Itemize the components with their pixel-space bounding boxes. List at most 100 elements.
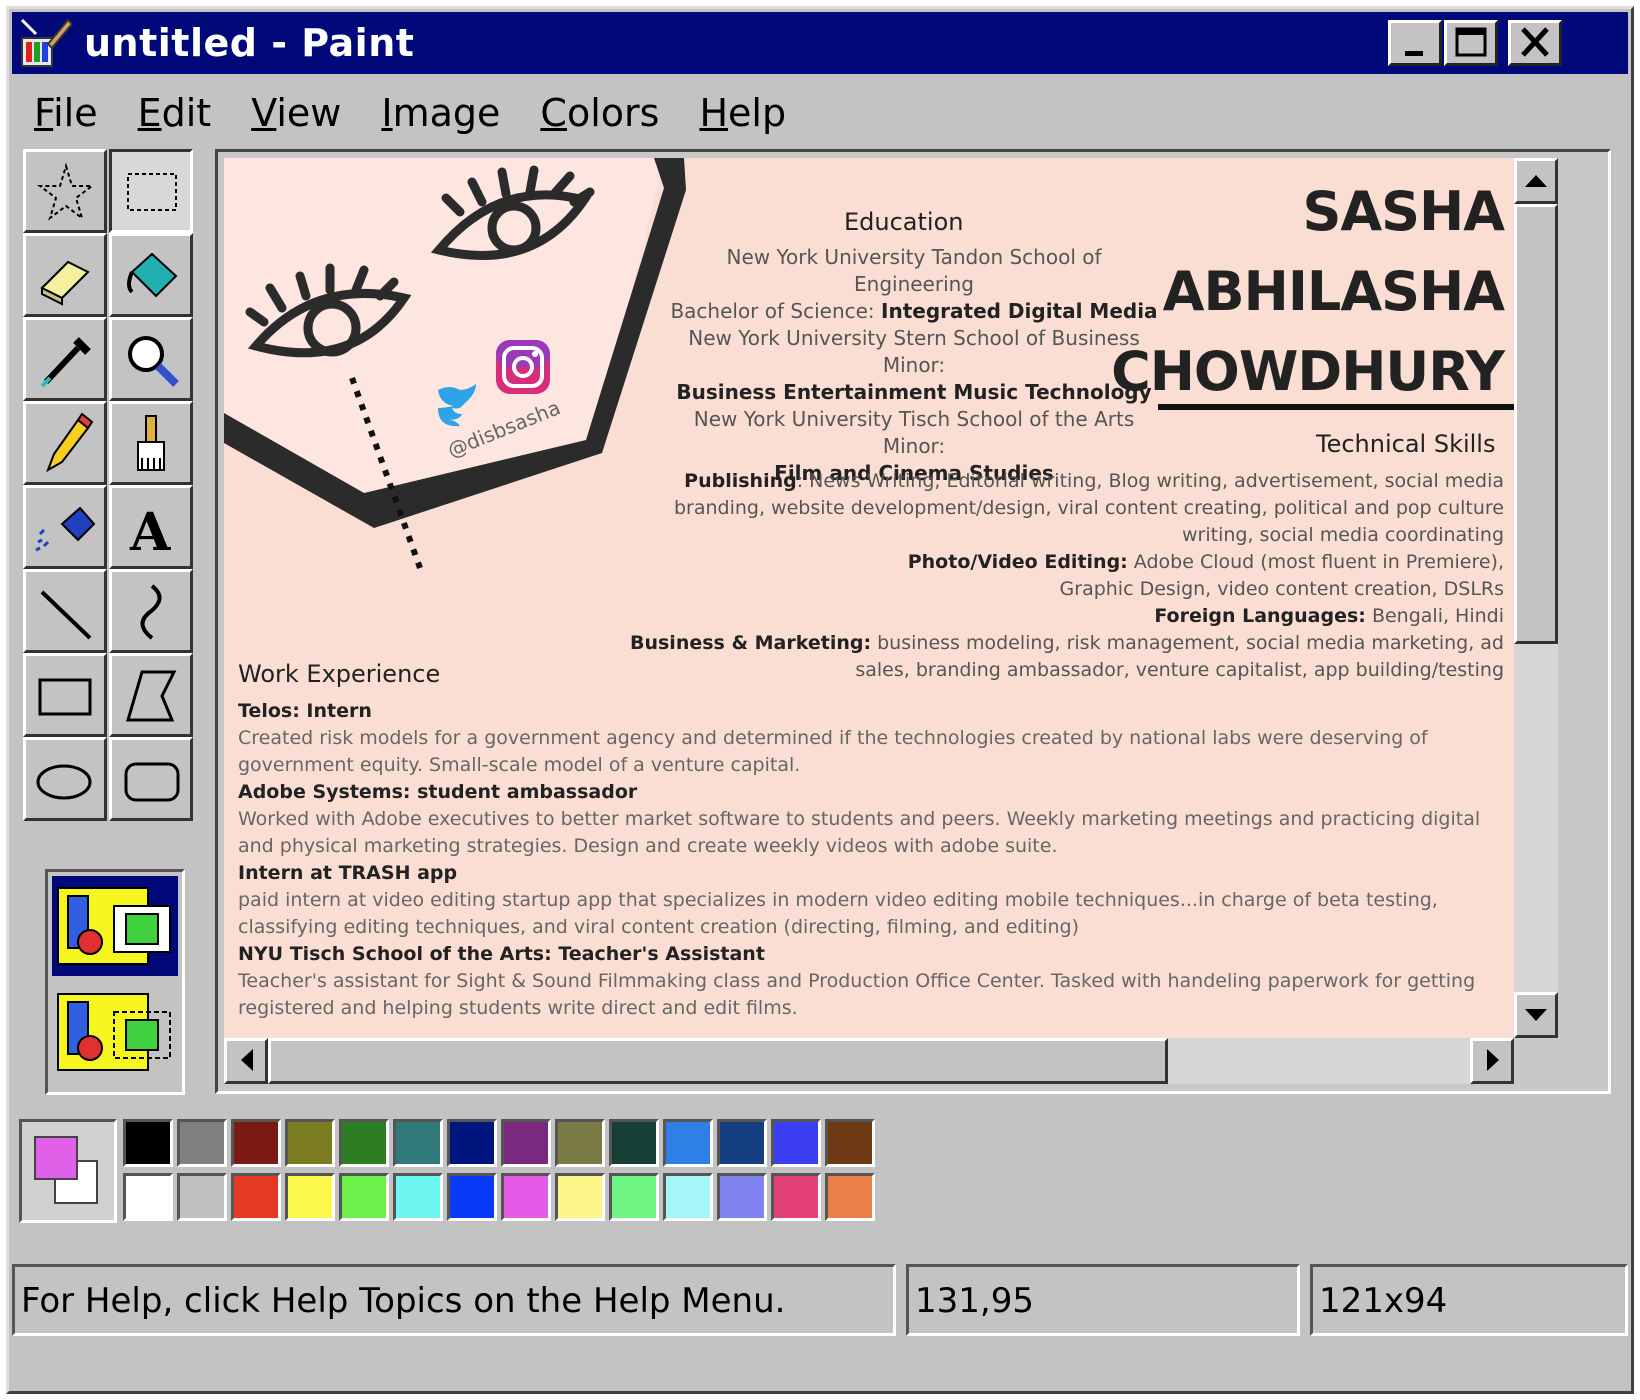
palette-swatch[interactable] xyxy=(393,1119,443,1167)
scroll-up-button[interactable] xyxy=(1514,158,1558,204)
eyedropper-icon xyxy=(40,337,91,388)
palette-swatch[interactable] xyxy=(285,1119,335,1167)
line-tool[interactable] xyxy=(23,569,107,653)
scroll-right-button[interactable] xyxy=(1470,1038,1514,1084)
eraser-icon xyxy=(40,260,90,306)
arrow-down-icon xyxy=(1525,1009,1547,1021)
maximize-icon xyxy=(1455,27,1487,57)
palette-swatch[interactable] xyxy=(609,1119,659,1167)
text-a-icon: A xyxy=(129,502,171,562)
airbrush-icon xyxy=(35,506,96,552)
color-picker-tool[interactable] xyxy=(23,317,107,401)
window-title: untitled - Paint xyxy=(84,21,415,65)
status-bar: For Help, click Help Topics on the Help … xyxy=(12,1264,1628,1339)
education-list: New York University Tandon School of Eng… xyxy=(670,245,1158,485)
scroll-down-button[interactable] xyxy=(1514,992,1558,1038)
skills-heading: Technical Skills xyxy=(1316,430,1496,458)
menu-colors[interactable]: Colors xyxy=(540,91,659,135)
canvas-area: @disbsasha SASHA ABHILASHA CHOWDHURY Edu… xyxy=(215,149,1611,1094)
palette-swatch[interactable] xyxy=(771,1119,821,1167)
palette-swatch[interactable] xyxy=(177,1173,227,1221)
fill-tool[interactable] xyxy=(109,233,193,317)
rectangle-tool[interactable] xyxy=(23,653,107,737)
palette-swatch[interactable] xyxy=(825,1119,875,1167)
airbrush-tool[interactable] xyxy=(23,485,107,569)
rect-select-tool[interactable] xyxy=(109,149,193,233)
free-form-select-tool[interactable] xyxy=(23,149,107,233)
opaque-selection-icon xyxy=(57,887,171,965)
menu-help[interactable]: Help xyxy=(699,91,786,135)
palette-swatch[interactable] xyxy=(501,1173,551,1221)
maximize-button[interactable] xyxy=(1444,20,1498,66)
education-heading: Education xyxy=(844,208,964,236)
horizontal-scrollbar[interactable] xyxy=(224,1038,1514,1084)
menu-file[interactable]: File xyxy=(34,91,98,135)
polygon-tool[interactable] xyxy=(109,653,193,737)
name-line-1: SASHA xyxy=(1302,180,1505,243)
palette-swatch[interactable] xyxy=(825,1173,875,1221)
palette-swatch[interactable] xyxy=(339,1119,389,1167)
line-icon xyxy=(40,590,92,640)
instagram-icon xyxy=(496,340,550,394)
minimize-button[interactable] xyxy=(1388,20,1442,66)
palette-swatch[interactable] xyxy=(231,1173,281,1221)
rounded-rectangle-tool[interactable] xyxy=(109,737,193,821)
palette-swatch[interactable] xyxy=(609,1173,659,1221)
skills-list: Publishing: News Writing, Editorial writ… xyxy=(629,470,1504,681)
palette-swatch[interactable] xyxy=(393,1173,443,1221)
menu-view[interactable]: View xyxy=(251,91,341,135)
transparent-option[interactable] xyxy=(52,982,178,1082)
rounded-rectangle-icon xyxy=(124,762,180,802)
foreground-color-swatch[interactable] xyxy=(34,1136,78,1180)
palette-swatch[interactable] xyxy=(555,1173,605,1221)
palette-swatch[interactable] xyxy=(663,1173,713,1221)
toolbox: A xyxy=(23,149,203,1095)
vertical-scrollbar[interactable] xyxy=(1514,158,1558,1038)
palette-swatch[interactable] xyxy=(177,1119,227,1167)
pencil-icon xyxy=(46,412,94,473)
palette-swatch[interactable] xyxy=(285,1173,335,1221)
brush-icon xyxy=(137,415,165,471)
palette-swatch[interactable] xyxy=(501,1119,551,1167)
star-select-icon xyxy=(37,162,95,221)
magnifier-tool[interactable] xyxy=(109,317,193,401)
palette-swatch[interactable] xyxy=(771,1173,821,1221)
title-bar[interactable]: untitled - Paint xyxy=(12,12,1628,74)
palette-swatch[interactable] xyxy=(339,1173,389,1221)
minimize-icon xyxy=(1405,51,1423,56)
palette-swatch[interactable] xyxy=(123,1119,173,1167)
menu-image[interactable]: Image xyxy=(381,91,500,135)
palette-swatch[interactable] xyxy=(231,1119,281,1167)
name-underline xyxy=(1158,404,1514,410)
name-line-2: ABHILASHA xyxy=(1162,260,1505,323)
text-tool[interactable]: A xyxy=(109,485,193,569)
palette-swatch[interactable] xyxy=(717,1119,767,1167)
opaque-option[interactable] xyxy=(52,876,178,976)
palette-swatch[interactable] xyxy=(717,1173,767,1221)
tool-options-box xyxy=(45,869,185,1095)
palette-swatch[interactable] xyxy=(663,1119,713,1167)
palette-swatch[interactable] xyxy=(447,1173,497,1221)
status-selection-size: 121x94 xyxy=(1310,1264,1628,1336)
palette-swatch[interactable] xyxy=(447,1119,497,1167)
ellipse-tool[interactable] xyxy=(23,737,107,821)
color-palette xyxy=(19,1119,879,1229)
curve-tool[interactable] xyxy=(109,569,193,653)
drawing-canvas[interactable]: @disbsasha SASHA ABHILASHA CHOWDHURY Edu… xyxy=(224,158,1514,1038)
svg-text:A: A xyxy=(129,502,171,562)
vertical-scroll-thumb[interactable] xyxy=(1514,204,1558,644)
eraser-tool[interactable] xyxy=(23,233,107,317)
current-colors xyxy=(19,1119,117,1223)
rect-select-icon xyxy=(127,173,177,211)
close-button[interactable] xyxy=(1508,20,1562,66)
palette-swatch[interactable] xyxy=(123,1173,173,1221)
transparent-selection-icon xyxy=(57,993,171,1071)
brush-tool[interactable] xyxy=(109,401,193,485)
menu-edit[interactable]: Edit xyxy=(138,91,212,135)
paint-app-icon xyxy=(18,16,74,70)
scroll-left-button[interactable] xyxy=(224,1038,268,1084)
horizontal-scroll-thumb[interactable] xyxy=(268,1038,1168,1084)
palette-swatch[interactable] xyxy=(555,1119,605,1167)
status-coordinates: 131,95 xyxy=(906,1264,1300,1336)
pencil-tool[interactable] xyxy=(23,401,107,485)
